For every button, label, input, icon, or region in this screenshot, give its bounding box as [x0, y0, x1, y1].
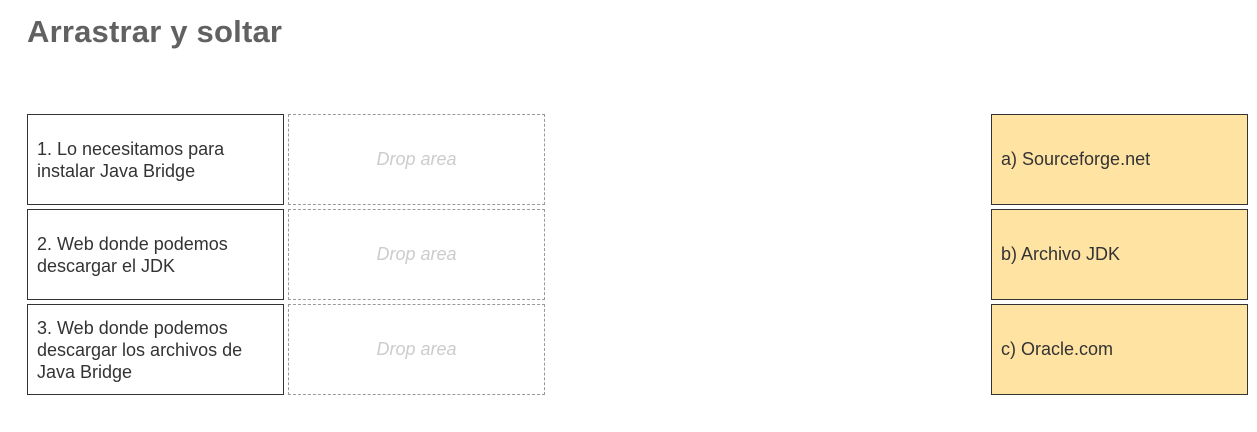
drop-area-1[interactable]: Drop area	[288, 114, 545, 205]
question-text: 2. Web donde podemos descargar el JDK	[37, 233, 228, 276]
question-item-1: 1. Lo necesitamos para instalar Java Bri…	[27, 114, 284, 205]
answer-text: a) Sourceforge.net	[1001, 149, 1151, 169]
question-text: 3. Web donde podemos descargar los archi…	[37, 317, 243, 382]
page-title: Arrastrar y soltar	[27, 14, 283, 49]
question-item-3: 3. Web donde podemos descargar los archi…	[27, 304, 284, 395]
question-row-1: 1. Lo necesitamos para instalar Java Bri…	[27, 114, 545, 205]
draggable-answer-c[interactable]: c) Oracle.com	[991, 304, 1248, 395]
drop-area-label: Drop area	[376, 149, 457, 169]
answer-text: c) Oracle.com	[1001, 339, 1114, 359]
answer-text: b) Archivo JDK	[1001, 244, 1121, 264]
drop-area-3[interactable]: Drop area	[288, 304, 545, 395]
drop-area-label: Drop area	[376, 339, 457, 359]
draggable-answer-a[interactable]: a) Sourceforge.net	[991, 114, 1248, 205]
question-item-2: 2. Web donde podemos descargar el JDK	[27, 209, 284, 300]
question-text: 1. Lo necesitamos para instalar Java Bri…	[37, 138, 225, 181]
draggable-answer-b[interactable]: b) Archivo JDK	[991, 209, 1248, 300]
drop-area-label: Drop area	[376, 244, 457, 264]
drop-area-2[interactable]: Drop area	[288, 209, 545, 300]
question-row-2: 2. Web donde podemos descargar el JDK Dr…	[27, 209, 545, 300]
question-row-3: 3. Web donde podemos descargar los archi…	[27, 304, 545, 395]
